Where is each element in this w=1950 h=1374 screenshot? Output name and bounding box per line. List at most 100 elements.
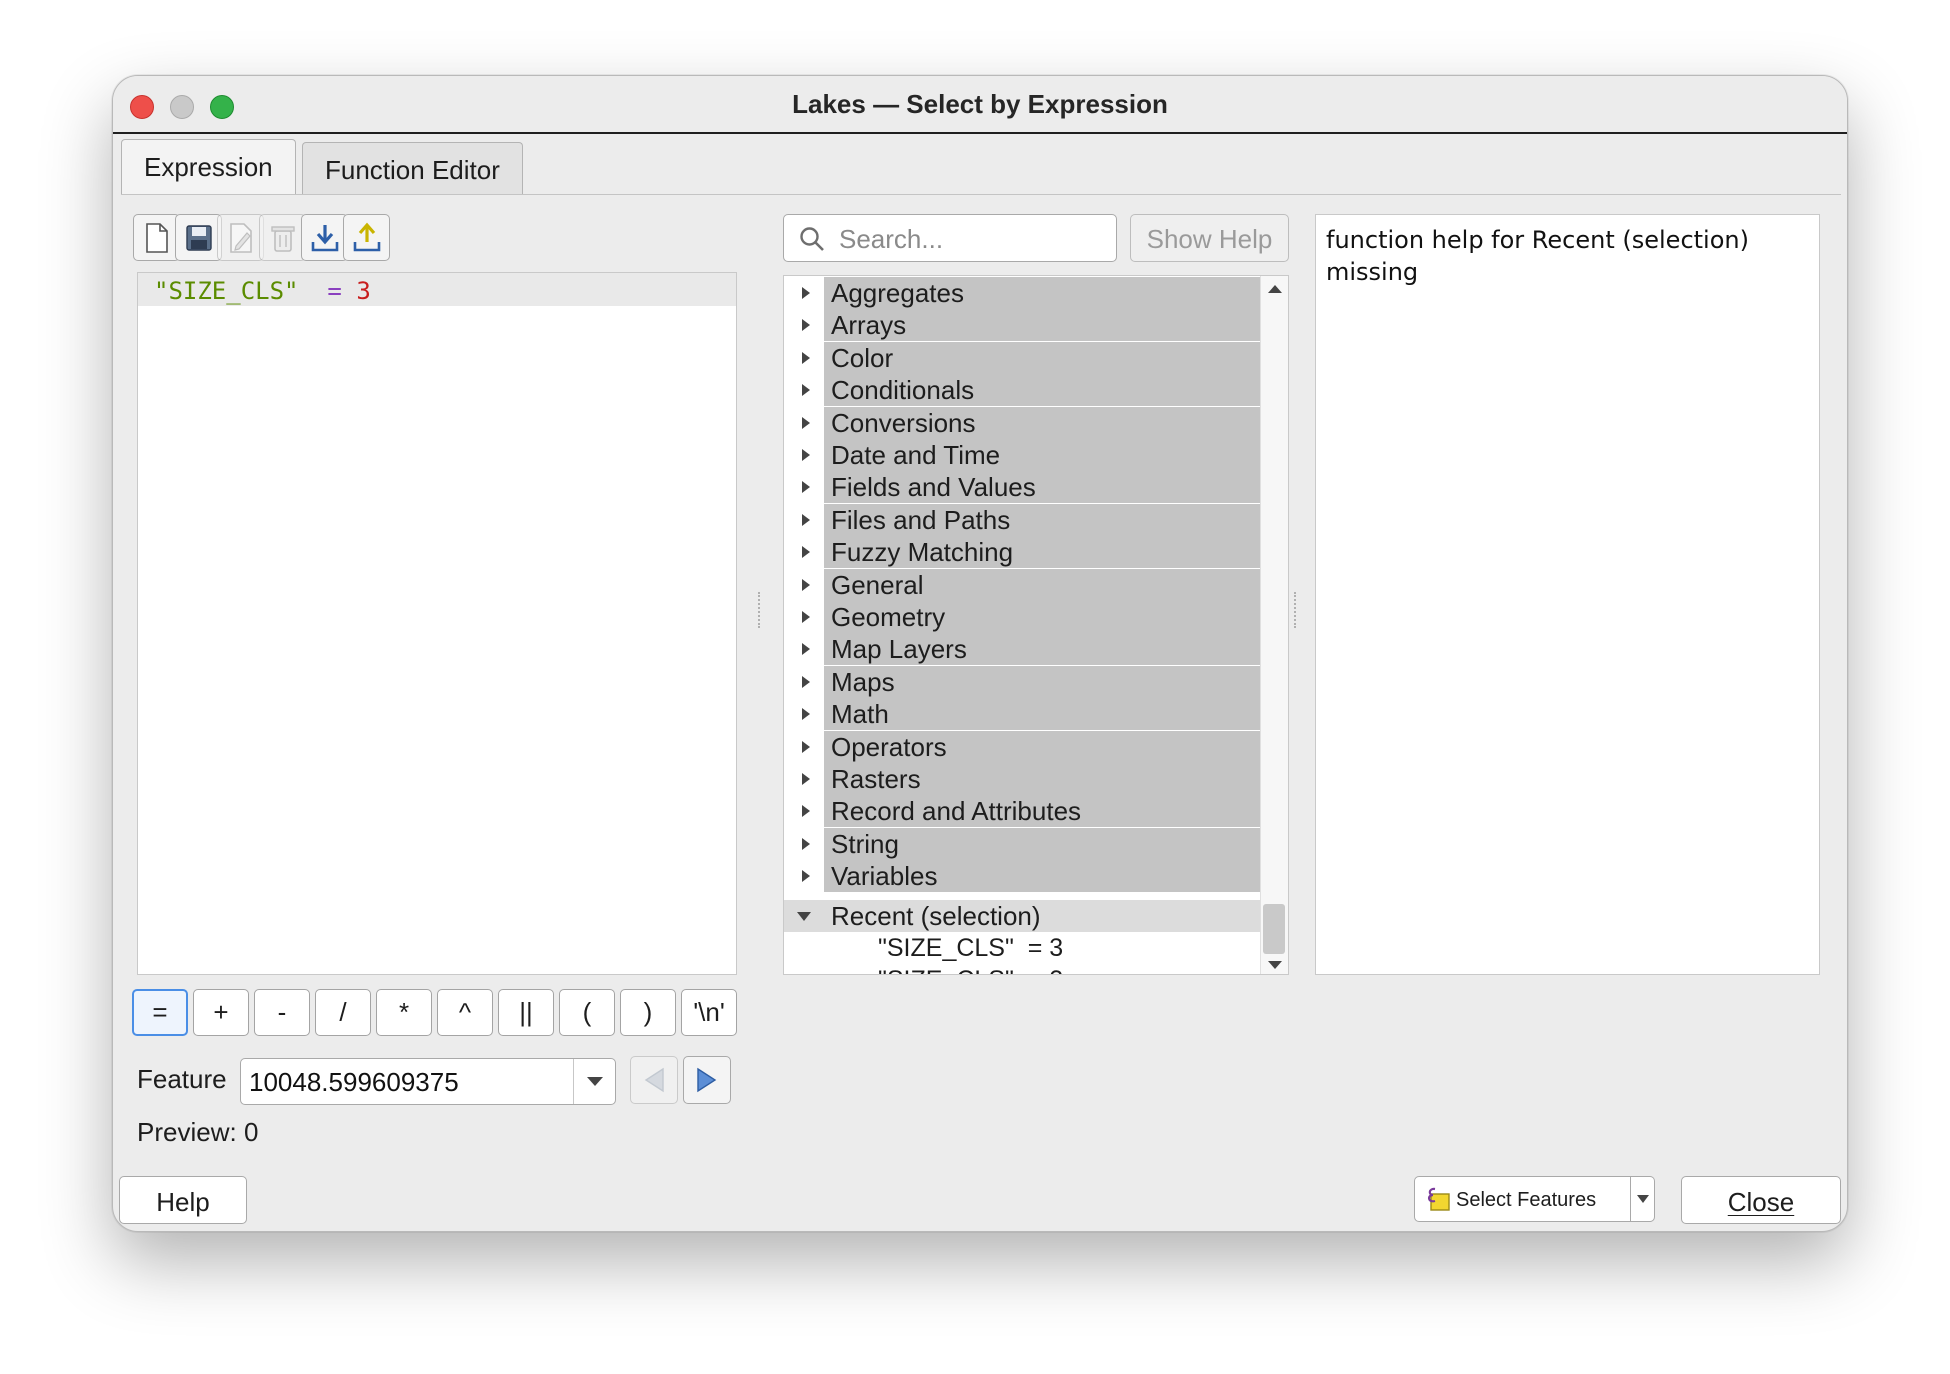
collapsed-triangle-icon — [802, 740, 810, 753]
tree-group-item[interactable]: Record and Attributes — [784, 795, 1260, 828]
chevron-down-icon — [586, 1076, 603, 1086]
tree-group-label: Operators — [831, 731, 947, 762]
collapsed-triangle-icon — [802, 513, 810, 526]
recent-expression-item[interactable]: "SIZE_CLS" = 2 — [878, 964, 1260, 974]
collapsed-triangle-icon — [802, 805, 810, 818]
tree-group-item[interactable]: General — [784, 568, 1260, 601]
collapsed-triangle-icon — [802, 773, 810, 785]
tree-group-item[interactable]: Operators — [784, 730, 1260, 763]
tree-group-item[interactable]: Date and Time — [784, 439, 1260, 471]
tree-group-item[interactable]: Fields and Values — [784, 471, 1260, 504]
scroll-thumb[interactable] — [1263, 904, 1285, 954]
tree-group-item[interactable]: Fuzzy Matching — [784, 536, 1260, 569]
feature-label: Feature — [137, 1064, 227, 1094]
window-title: Lakes — Select by Expression — [792, 89, 1168, 119]
operator-equals-button[interactable]: = — [132, 989, 188, 1036]
help-button[interactable]: Help — [119, 1176, 247, 1224]
tree-group-label: Recent (selection) — [831, 901, 1041, 931]
collapsed-triangle-icon — [802, 870, 810, 883]
operator-close-paren-button[interactable]: ) — [620, 989, 676, 1036]
operator-divide-button[interactable]: / — [315, 989, 371, 1036]
tree-group-item[interactable]: Map Layers — [784, 633, 1260, 666]
previous-feature-button[interactable] — [630, 1056, 678, 1104]
import-expressions-button[interactable] — [301, 214, 348, 261]
tree-group-item[interactable]: Aggregates — [784, 277, 1260, 309]
close-button[interactable]: Close — [1681, 1176, 1841, 1224]
load-icon — [311, 224, 338, 251]
expression-field-token: "SIZE_CLS" — [154, 277, 299, 305]
operator-concat-button[interactable]: || — [498, 989, 554, 1036]
scroll-up-icon[interactable] — [1267, 284, 1283, 294]
tab-expression[interactable]: Expression — [121, 139, 296, 195]
operator-minus-button[interactable]: - — [254, 989, 310, 1036]
new-expression-button[interactable] — [133, 214, 180, 261]
select-features-label: Select Features — [1456, 1189, 1597, 1211]
collapsed-triangle-icon — [802, 449, 810, 461]
tree-group-label: Maps — [831, 666, 895, 697]
function-help-panel: function help for Recent (selection) mis… — [1315, 214, 1820, 975]
tab-function-editor[interactable]: Function Editor — [302, 142, 523, 194]
tree-group-item[interactable]: Geometry — [784, 601, 1260, 633]
tree-group-item[interactable]: Conditionals — [784, 374, 1260, 407]
preview-value: 0 — [243, 1117, 259, 1147]
tree-group-item[interactable]: Math — [784, 698, 1260, 731]
tree-group-item[interactable]: Conversions — [784, 406, 1260, 439]
tree-group-label: Color — [831, 342, 894, 373]
title-bar[interactable]: Lakes — Select by Expression — [113, 76, 1847, 134]
tree-group-label: Math — [831, 699, 889, 730]
preview-row: Preview: 0 — [137, 1117, 258, 1148]
tree-group-item[interactable]: String — [784, 827, 1260, 860]
export-expressions-button[interactable] — [343, 214, 390, 261]
function-search-input[interactable]: Search... — [783, 214, 1117, 262]
operator-newline-button[interactable]: '\n' — [681, 989, 737, 1036]
collapsed-triangle-icon — [802, 416, 810, 429]
expression-editor[interactable]: "SIZE_CLS" = 3 — [137, 272, 737, 975]
edit-expression-button[interactable] — [217, 214, 264, 261]
function-help-text: function help for Recent (selection) mis… — [1326, 226, 1749, 286]
feature-value: 10048.599609375 — [249, 1067, 459, 1097]
operator-open-paren-button[interactable]: ( — [559, 989, 615, 1036]
expression-value-token: 3 — [356, 277, 371, 305]
tree-group-recent[interactable]: Recent (selection) — [784, 900, 1260, 932]
tree-group-label: Map Layers — [831, 634, 967, 665]
feature-dropdown-arrow[interactable] — [573, 1059, 615, 1104]
tree-scrollbar[interactable] — [1260, 276, 1288, 974]
scroll-down-icon[interactable] — [1267, 960, 1283, 970]
tree-group-item[interactable]: Maps — [784, 665, 1260, 698]
collapsed-triangle-icon — [802, 708, 810, 721]
collapsed-triangle-icon — [802, 546, 810, 559]
tab-divider — [121, 194, 1841, 195]
delete-expression-button[interactable] — [259, 214, 306, 261]
show-help-button[interactable]: Show Help — [1130, 214, 1289, 262]
feature-select[interactable]: 10048.599609375 — [240, 1058, 616, 1105]
recent-expression-item[interactable]: "SIZE_CLS" = 3 — [878, 932, 1260, 964]
operator-power-button[interactable]: ^ — [437, 989, 493, 1036]
tree-group-label: Variables — [831, 861, 938, 892]
select-features-button[interactable]: Select Features — [1414, 1176, 1631, 1222]
operator-multiply-button[interactable]: * — [376, 989, 432, 1036]
tree-group-highlight — [824, 698, 1260, 731]
tree-group-item[interactable]: Variables — [784, 860, 1260, 893]
chevron-down-icon — [1636, 1195, 1649, 1203]
tree-group-label: String — [831, 828, 899, 859]
select-by-expression-dialog: Lakes — Select by Expression Expression … — [112, 75, 1848, 1232]
save-expression-button[interactable] — [175, 214, 222, 261]
collapsed-triangle-icon — [802, 578, 810, 591]
next-feature-button[interactable] — [683, 1056, 731, 1104]
new-file-icon — [145, 222, 168, 253]
tree-group-label: Conditionals — [831, 375, 975, 406]
tree-group-item[interactable]: Arrays — [784, 309, 1260, 342]
tree-group-label: Record and Attributes — [831, 796, 1082, 827]
splitter-handle-right[interactable] — [1294, 592, 1297, 628]
operator-plus-button[interactable]: + — [193, 989, 249, 1036]
tree-group-label: Geometry — [831, 602, 946, 632]
tree-group-item[interactable]: Rasters — [784, 763, 1260, 795]
expression-line[interactable]: "SIZE_CLS" = 3 — [138, 273, 736, 306]
splitter-handle-left[interactable] — [758, 592, 761, 628]
edit-icon — [229, 222, 252, 253]
function-tree[interactable]: Aggregates Arrays Color Conditionals Convers… — [783, 275, 1289, 975]
tree-group-item[interactable]: Color — [784, 341, 1260, 374]
select-features-dropdown[interactable] — [1631, 1176, 1655, 1222]
collapsed-triangle-icon — [802, 611, 810, 623]
tree-group-item[interactable]: Files and Paths — [784, 503, 1260, 536]
